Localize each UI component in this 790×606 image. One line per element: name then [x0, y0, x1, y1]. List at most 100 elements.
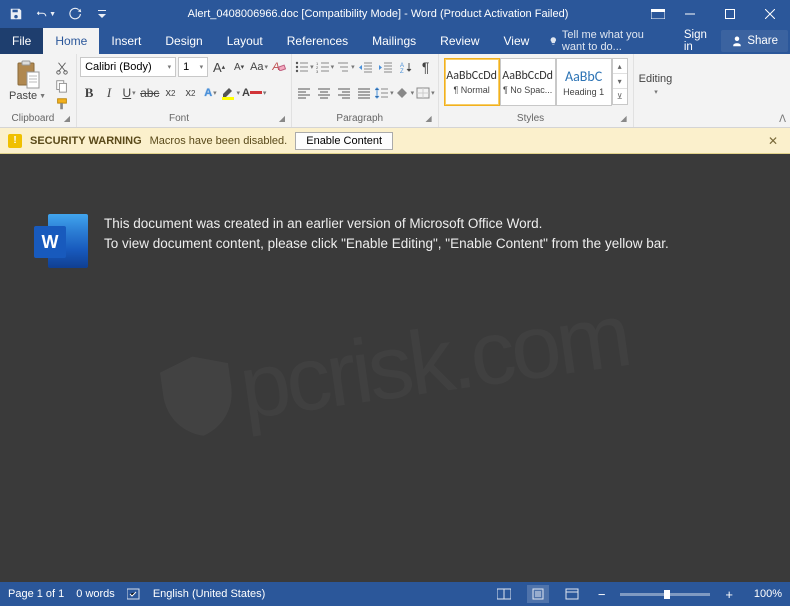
clear-formatting-button[interactable]: A — [270, 57, 288, 77]
align-center-icon — [317, 87, 331, 99]
styles-expand[interactable]: ⊻ — [613, 89, 627, 104]
subscript-button[interactable]: x2 — [161, 83, 179, 103]
ribbon: Paste▼ Clipboard◢ Calibri (Body)▾ 1▾ A▴ … — [0, 54, 790, 128]
tab-insert[interactable]: Insert — [99, 28, 153, 54]
collapse-ribbon-button[interactable]: ᐱ — [779, 114, 786, 125]
styles-scroll-up[interactable]: ▴ — [613, 59, 627, 74]
sort-button[interactable]: AZ — [397, 57, 415, 77]
line-spacing-icon — [375, 87, 389, 99]
line-spacing-button[interactable]: ▾ — [375, 83, 394, 103]
format-painter-button[interactable] — [53, 96, 71, 112]
sign-in-button[interactable]: Sign in — [674, 28, 719, 54]
align-center-button[interactable] — [315, 83, 333, 103]
increase-indent-button[interactable] — [377, 57, 395, 77]
lightbulb-icon — [549, 35, 558, 47]
svg-text:3: 3 — [316, 69, 319, 73]
justify-button[interactable] — [355, 83, 373, 103]
share-button[interactable]: Share — [721, 30, 788, 52]
zoom-in-button[interactable]: + — [722, 587, 736, 602]
ribbon-display-options-button[interactable] — [646, 0, 670, 28]
security-close-button[interactable]: ✕ — [764, 134, 782, 148]
italic-button[interactable]: I — [100, 83, 118, 103]
shading-icon — [396, 87, 410, 99]
editing-button[interactable]: Editing▾ — [639, 73, 673, 97]
view-web-layout-button[interactable] — [561, 585, 583, 603]
status-language[interactable]: English (United States) — [153, 588, 266, 600]
indent-icon — [379, 61, 393, 73]
titlebar: ▼ Alert_0408006966.doc [Compatibility Mo… — [0, 0, 790, 28]
align-right-button[interactable] — [335, 83, 353, 103]
copy-button[interactable] — [53, 78, 71, 94]
save-button[interactable] — [6, 4, 26, 24]
status-spellcheck[interactable] — [127, 588, 141, 600]
document-area[interactable]: pcrisk.com W This document was created i… — [0, 154, 790, 582]
statusbar: Page 1 of 1 0 words English (United Stat… — [0, 582, 790, 606]
multilevel-list-button[interactable]: ▾ — [336, 57, 355, 77]
font-dialog-launcher[interactable]: ◢ — [279, 114, 287, 123]
zoom-slider[interactable] — [620, 593, 710, 596]
shading-button[interactable]: ▾ — [396, 83, 415, 103]
tab-file[interactable]: File — [0, 28, 43, 54]
style-no-spacing[interactable]: AaBbCcDd¶ No Spac... — [500, 58, 556, 106]
numbering-icon: 123 — [316, 61, 330, 73]
close-button[interactable] — [750, 0, 790, 28]
change-case-button[interactable]: Aa▾ — [250, 57, 268, 77]
tell-me-input[interactable]: Tell me what you want to do... — [541, 28, 674, 54]
align-left-button[interactable] — [295, 83, 313, 103]
spellcheck-icon — [127, 588, 141, 600]
ribbon-tabs: File Home Insert Design Layout Reference… — [0, 28, 790, 54]
strikethrough-button[interactable]: abc — [140, 83, 159, 103]
highlight-icon — [221, 86, 235, 100]
clipboard-dialog-launcher[interactable]: ◢ — [64, 114, 72, 123]
minimize-button[interactable] — [670, 0, 710, 28]
tab-design[interactable]: Design — [153, 28, 214, 54]
font-color-button[interactable]: A▾ — [242, 83, 266, 103]
tab-layout[interactable]: Layout — [215, 28, 275, 54]
numbering-button[interactable]: 123▾ — [316, 57, 335, 77]
align-left-icon — [297, 87, 311, 99]
styles-dialog-launcher[interactable]: ◢ — [620, 114, 628, 123]
status-page[interactable]: Page 1 of 1 — [8, 588, 64, 600]
decrease-indent-button[interactable] — [357, 57, 375, 77]
redo-button[interactable] — [66, 4, 86, 24]
bold-button[interactable]: B — [80, 83, 98, 103]
group-label-styles: Styles — [443, 113, 619, 124]
maximize-button[interactable] — [710, 0, 750, 28]
enable-content-button[interactable]: Enable Content — [295, 132, 393, 150]
show-hide-button[interactable]: ¶ — [417, 57, 435, 77]
style-normal[interactable]: AaBbCcDd¶ Normal — [444, 58, 500, 106]
tab-view[interactable]: View — [492, 28, 542, 54]
undo-button[interactable]: ▼ — [36, 4, 56, 24]
security-warning-bar: ! SECURITY WARNING Macros have been disa… — [0, 128, 790, 154]
style-heading-1[interactable]: AaBbCHeading 1 — [556, 58, 612, 106]
qat-customize-button[interactable] — [96, 4, 108, 24]
zoom-level[interactable]: 100% — [748, 588, 782, 600]
view-read-mode-button[interactable] — [493, 585, 515, 603]
grow-font-button[interactable]: A▴ — [210, 57, 228, 77]
copy-icon — [55, 79, 69, 93]
highlight-button[interactable]: ▾ — [221, 83, 240, 103]
paste-button[interactable]: Paste▼ — [5, 58, 50, 104]
borders-button[interactable]: ▾ — [416, 83, 435, 103]
text-effects-button[interactable]: A▾ — [201, 83, 219, 103]
tab-review[interactable]: Review — [428, 28, 491, 54]
share-icon — [731, 35, 743, 47]
font-size-select[interactable]: 1▾ — [178, 57, 208, 77]
multilevel-icon — [336, 61, 350, 73]
tab-home[interactable]: Home — [43, 28, 99, 54]
paragraph-dialog-launcher[interactable]: ◢ — [425, 114, 433, 123]
security-message: Macros have been disabled. — [150, 135, 288, 147]
font-name-select[interactable]: Calibri (Body)▾ — [80, 57, 176, 77]
zoom-out-button[interactable]: − — [595, 587, 609, 602]
tab-references[interactable]: References — [275, 28, 360, 54]
bullets-button[interactable]: ▾ — [295, 57, 314, 77]
status-words[interactable]: 0 words — [76, 588, 115, 600]
superscript-button[interactable]: x2 — [181, 83, 199, 103]
tab-mailings[interactable]: Mailings — [360, 28, 428, 54]
view-print-layout-button[interactable] — [527, 585, 549, 603]
cut-button[interactable] — [53, 60, 71, 76]
styles-scroll-down[interactable]: ▾ — [613, 74, 627, 89]
underline-button[interactable]: U▾ — [120, 83, 138, 103]
shrink-font-button[interactable]: A▾ — [230, 57, 248, 77]
ribbon-group-font: Calibri (Body)▾ 1▾ A▴ A▾ Aa▾ A B I U▾ ab… — [77, 54, 292, 127]
